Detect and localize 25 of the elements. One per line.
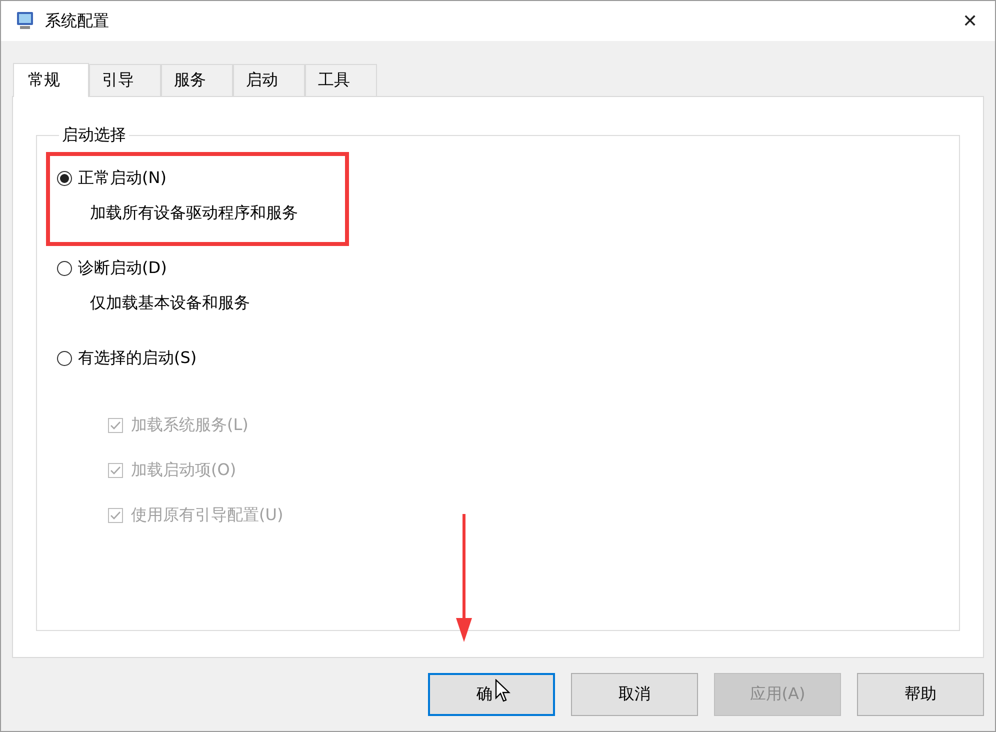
close-button[interactable]: ✕ bbox=[947, 1, 993, 41]
tab[interactable]: 启动 bbox=[233, 64, 305, 96]
tab[interactable]: 常规 bbox=[13, 63, 89, 97]
radio-label: 诊断启动(D) bbox=[78, 258, 167, 279]
dialog-button[interactable]: 确 bbox=[428, 673, 555, 716]
dialog-button[interactable]: 帮助 bbox=[857, 673, 984, 716]
group-title: 启动选择 bbox=[61, 125, 127, 146]
window-title: 系统配置 bbox=[45, 10, 110, 32]
checkbox-label: 加载启动项(O) bbox=[131, 460, 236, 481]
mouse-cursor-icon bbox=[495, 679, 511, 703]
radio-button[interactable] bbox=[57, 261, 72, 276]
tab[interactable]: 工具 bbox=[305, 64, 377, 96]
radio-label: 有选择的启动(S) bbox=[78, 348, 197, 369]
radio-label: 正常启动(N) bbox=[78, 168, 166, 189]
down-arrow-icon bbox=[455, 514, 473, 642]
radio-button[interactable] bbox=[57, 351, 72, 366]
dialog-button[interactable]: 取消 bbox=[571, 673, 698, 716]
checkbox-label: 加载系统服务(L) bbox=[131, 415, 248, 436]
checkbox-label: 使用原有引导配置(U) bbox=[131, 505, 284, 526]
tab[interactable]: 服务 bbox=[161, 64, 233, 96]
radio-button[interactable] bbox=[57, 171, 72, 186]
computer-icon bbox=[15, 11, 35, 31]
tab[interactable]: 引导 bbox=[89, 64, 161, 96]
option-description: 加载所有设备驱动程序和服务 bbox=[90, 203, 298, 224]
option-description: 仅加载基本设备和服务 bbox=[90, 293, 250, 314]
